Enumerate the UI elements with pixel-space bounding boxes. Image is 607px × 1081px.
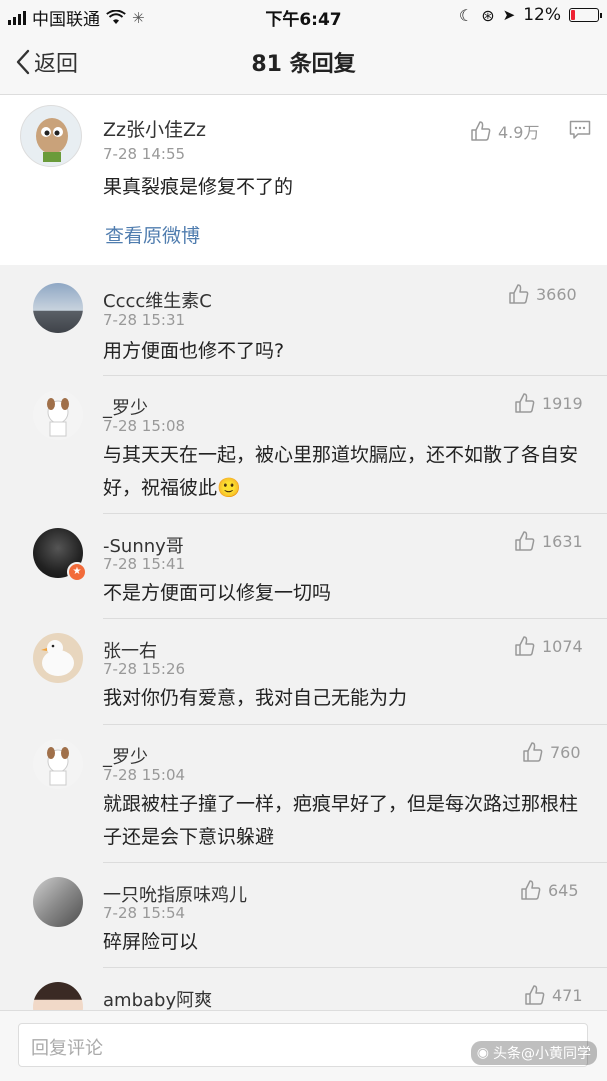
avatar[interactable] <box>20 105 82 167</box>
like-button[interactable]: 760 <box>522 741 581 763</box>
commenter-name[interactable]: Zz张小佳Zz <box>103 115 206 142</box>
comment-text: 碎屏险可以 <box>103 931 199 953</box>
like-count: 471 <box>552 985 583 1005</box>
divider <box>103 513 607 514</box>
thumbs-up-icon <box>525 985 545 1005</box>
comment-time: 7-28 14:55 <box>103 145 186 163</box>
page-title: 81 条回复 <box>251 52 356 77</box>
nav-bar: 返回 81 条回复 <box>0 32 607 95</box>
comment-text: 我对你仍有爱意，我对自己无能为力 <box>103 687 408 709</box>
replies-list: Cccc维生素C 7-28 15:31 用方便面也修不了吗? 3660 _罗少 … <box>0 265 607 1010</box>
avatar[interactable] <box>33 390 83 440</box>
thumbs-up-icon <box>515 531 535 551</box>
like-count: 760 <box>550 742 581 762</box>
thumbs-up-icon <box>515 393 535 413</box>
commenter-name[interactable]: Cccc维生素C <box>103 287 212 313</box>
comment-time: 7-28 15:54 <box>103 904 186 922</box>
thumbs-up-icon <box>515 636 535 656</box>
moon-icon: ☾ <box>458 5 474 25</box>
comment-text: 就跟被柱子撞了一样，疤痕早好了，但是每次路过那根柱子还是会下意识躲避 <box>103 793 579 848</box>
avatar[interactable] <box>33 982 83 1010</box>
avatar[interactable] <box>33 283 83 333</box>
divider <box>103 618 607 619</box>
like-button[interactable]: 4.9万 <box>470 119 539 143</box>
watermark: ◉ 头条@小黄同学 <box>470 1041 597 1065</box>
comment-text: 与其天天在一起，被心里那道坎膈应，还不如散了各自安好，祝福彼此🙂 <box>103 444 579 499</box>
status-bar: 中国联通 ✳ 下午6:47 ☾ ⊛ ➤ 12% <box>0 0 607 32</box>
commenter-name[interactable]: ambaby阿爽 <box>103 986 212 1010</box>
like-button[interactable]: 3660 <box>508 283 577 305</box>
view-original-weibo-link[interactable]: 查看原微博 <box>105 221 200 248</box>
location-icon: ➤ <box>502 6 516 24</box>
like-button[interactable]: 1074 <box>514 635 583 657</box>
watermark-text: 头条@小黄同学 <box>493 1046 591 1062</box>
battery-percent: 12% <box>523 5 561 25</box>
rotation-lock-icon: ⊛ <box>481 5 495 25</box>
avatar[interactable] <box>33 877 83 927</box>
original-comment: Zz张小佳Zz 7-28 14:55 果真裂痕是修复不了的 4.9万 查看原微博 <box>0 95 607 265</box>
battery-icon <box>569 8 602 22</box>
avatar[interactable] <box>33 633 83 683</box>
like-button[interactable]: 1919 <box>514 392 583 414</box>
reply-bar: 回复评论 ◉ 头条@小黄同学 <box>0 1010 607 1081</box>
comment-time: 7-28 15:31 <box>103 311 186 329</box>
like-count: 3660 <box>536 284 577 304</box>
comment-text: 不是方便面可以修复一切吗 <box>103 582 332 604</box>
thumbs-up-icon <box>523 742 543 762</box>
like-count: 1074 <box>542 636 583 656</box>
comment-time: 7-28 15:26 <box>103 660 186 678</box>
comment-text: 用方便面也修不了吗? <box>103 340 285 362</box>
divider <box>103 862 607 863</box>
like-button[interactable]: 1631 <box>514 530 583 552</box>
verified-badge-icon: ★ <box>67 562 87 582</box>
like-count: 1919 <box>542 393 583 413</box>
thumbs-up-icon <box>471 121 491 141</box>
comment-time: 7-28 15:41 <box>103 555 186 573</box>
like-button[interactable]: 645 <box>520 879 579 901</box>
comment-icon[interactable] <box>569 120 591 140</box>
divider <box>103 967 607 968</box>
like-count: 1631 <box>542 531 583 551</box>
comment-text: 果真裂痕是修复不了的 <box>103 176 294 198</box>
watermark-logo-icon: ◉ <box>476 1045 489 1061</box>
thumbs-up-icon <box>509 284 529 304</box>
avatar[interactable] <box>33 739 83 789</box>
like-button[interactable]: 471 <box>524 984 583 1006</box>
like-count: 645 <box>548 880 579 900</box>
comment-time: 7-28 15:08 <box>103 417 186 435</box>
divider <box>103 724 607 725</box>
thumbs-up-icon <box>521 880 541 900</box>
divider <box>103 375 607 376</box>
like-count: 4.9万 <box>498 123 540 142</box>
comment-time: 7-28 15:04 <box>103 766 186 784</box>
